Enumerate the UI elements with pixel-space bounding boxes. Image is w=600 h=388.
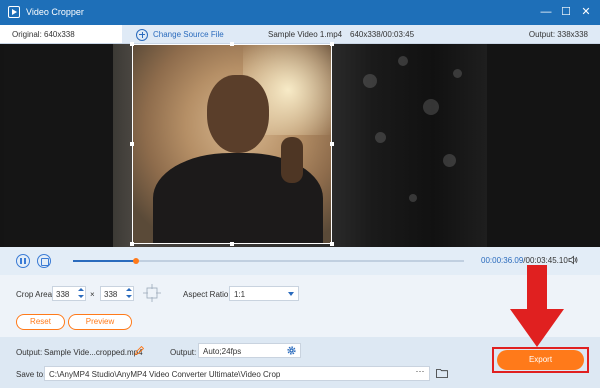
crop-width-stepper[interactable] [77,286,85,301]
crop-handle-bottom-left[interactable] [130,242,134,246]
crop-handle-right[interactable] [330,142,334,146]
change-source-label: Change Source File [153,30,224,39]
crop-handle-top-left[interactable] [130,42,134,46]
volume-icon[interactable] [568,255,578,265]
aspect-ratio-label: Aspect Ratio: [183,290,231,299]
stop-icon[interactable] [37,254,51,268]
aspect-ratio-select[interactable]: 1:1 [229,286,299,301]
progress-fill [73,260,136,262]
output-size-label: Output: 338x338 [528,30,588,39]
file-name: Sample Video 1.mp4 [268,30,343,39]
output-name-label: Output: [16,348,43,357]
preview-button[interactable]: Preview [68,314,132,330]
close-button[interactable]: ✕ [578,4,594,20]
gear-icon[interactable] [286,345,297,356]
pause-icon[interactable] [16,254,30,268]
title-bar: Video Cropper — ☐ ✕ [0,0,600,25]
file-meta: 640x338/00:03:45 [350,30,415,39]
crop-selection[interactable] [132,44,332,244]
output-format-label: Output: [170,348,197,357]
save-to-label: Save to: [16,370,46,379]
plus-circle-icon [136,28,148,41]
progress-thumb[interactable] [132,258,139,264]
crop-handle-bottom[interactable] [230,242,234,246]
crop-area-label: Crop Area: [16,290,55,299]
folder-icon[interactable] [436,368,448,378]
window-title: Video Cropper [26,7,84,17]
change-source-button[interactable]: Change Source File [136,28,224,41]
timecode: 00:00:36.09/00:03:45.10 [481,256,568,265]
original-size-label: Original: 640x338 [0,25,122,43]
total-time: 00:03:45.10 [525,256,568,265]
red-arrow-annotation [510,265,564,347]
crop-height-stepper[interactable] [125,286,133,301]
preview-left-strip [4,44,113,247]
export-button[interactable]: Export [497,350,584,370]
crop-handle-left[interactable] [130,142,134,146]
edit-pen-icon[interactable] [134,346,144,356]
output-format-value: Auto;24fps [203,347,242,356]
reset-button[interactable]: Reset [16,314,65,330]
center-crop-icon[interactable] [143,284,161,302]
save-path-field[interactable]: C:\AnyMP4 Studio\AnyMP4 Video Converter … [44,366,430,381]
chevron-down-icon [288,292,294,296]
minimize-button[interactable]: — [538,4,554,20]
info-bar: Original: 640x338 Change Source File Sam… [0,25,600,44]
times-sign: × [90,290,95,299]
crop-handle-top[interactable] [230,42,234,46]
crop-handle-bottom-right[interactable] [330,242,334,246]
aspect-ratio-value: 1:1 [234,290,246,299]
progress-track[interactable] [73,258,464,264]
crop-handle-top-right[interactable] [330,42,334,46]
current-time: 00:00:36.09 [481,256,524,265]
app-icon [8,6,20,18]
output-name-value: Sample Vide...cropped.mp4 [44,348,143,357]
maximize-button[interactable]: ☐ [558,4,574,20]
more-options-button[interactable]: ··· [412,367,428,380]
